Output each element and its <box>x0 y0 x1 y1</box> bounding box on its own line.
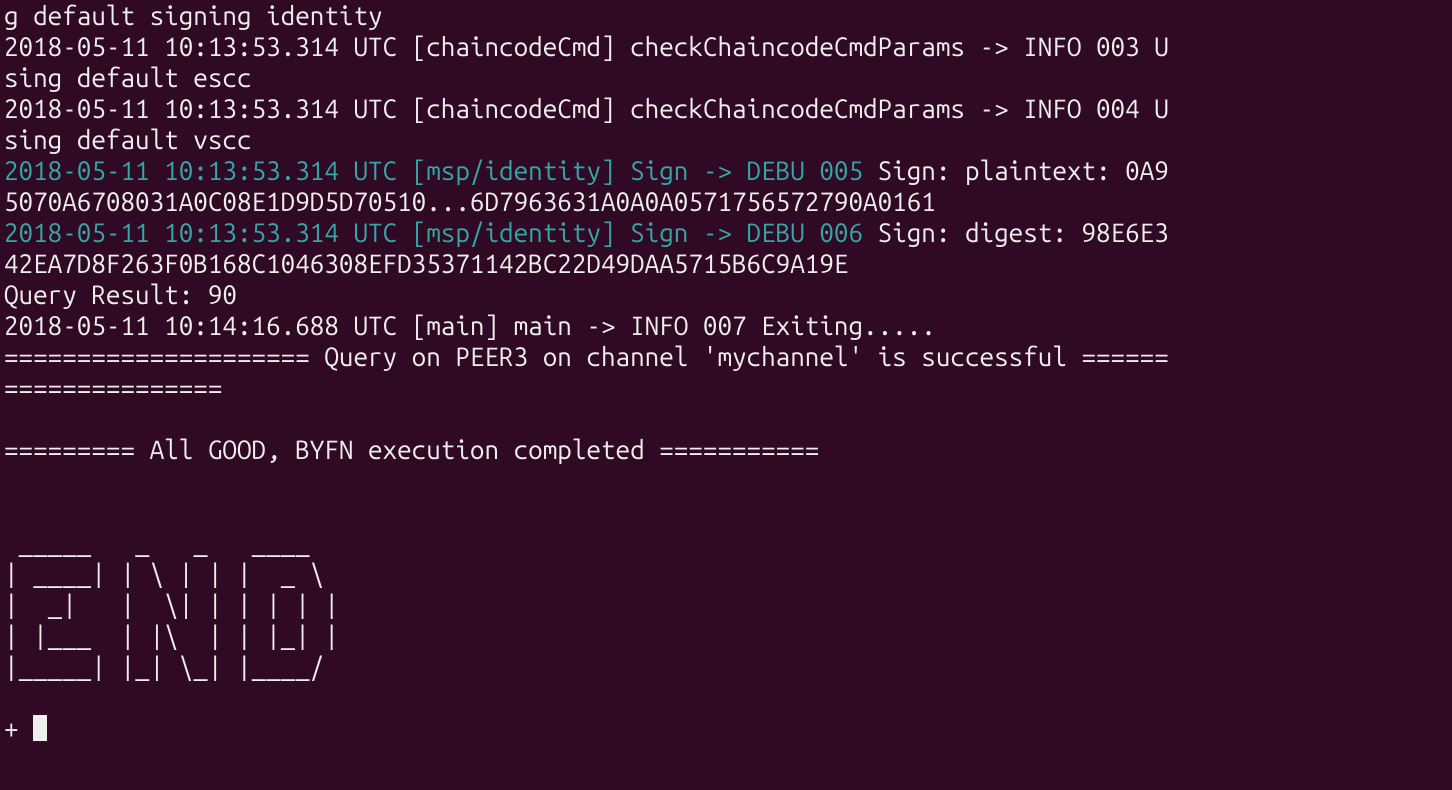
terminal-text: 5070A6708031A0C08E1D9D5D70510...6D796363… <box>4 187 950 216</box>
terminal-line: g default signing identity <box>4 0 1448 31</box>
terminal-text: | |___ | |\ | | |_| | <box>4 621 353 650</box>
terminal-line: 2018-05-11 10:13:53.314 UTC [msp/identit… <box>4 155 1448 186</box>
terminal-text: Sign: digest: 98E6E3 <box>863 218 1169 247</box>
terminal-line: _____ _ _ ____ <box>4 527 1448 558</box>
terminal-prompt: + <box>4 714 33 743</box>
terminal-text: |_____| |_| \_| |____/ <box>4 652 353 681</box>
terminal-prompt-line[interactable]: + <box>4 713 1448 744</box>
terminal-line: 5070A6708031A0C08E1D9D5D70510...6D796363… <box>4 186 1448 217</box>
terminal-line: sing default escc <box>4 62 1448 93</box>
terminal-output[interactable]: g default signing identity2018-05-11 10:… <box>0 0 1452 744</box>
terminal-text: 2018-05-11 10:13:53.314 UTC [msp/identit… <box>4 218 863 247</box>
terminal-line <box>4 682 1448 713</box>
terminal-text: 2018-05-11 10:13:53.314 UTC [msp/identit… <box>4 156 863 185</box>
terminal-line: Query Result: 90 <box>4 279 1448 310</box>
terminal-line: | _| | \| | | | | | <box>4 589 1448 620</box>
terminal-text: 2018-05-11 10:13:53.314 UTC [chaincodeCm… <box>4 94 1169 123</box>
terminal-text: =============== <box>4 373 237 402</box>
terminal-text: ===================== Query on PEER3 on … <box>4 342 1169 371</box>
terminal-text: | ____| | \ | | | _ \ <box>4 559 353 588</box>
terminal-text: _____ _ _ ____ <box>4 528 353 557</box>
terminal-text <box>4 683 19 712</box>
terminal-line: 2018-05-11 10:13:53.314 UTC [msp/identit… <box>4 217 1448 248</box>
terminal-line <box>4 465 1448 496</box>
terminal-text: sing default escc <box>4 63 252 92</box>
terminal-line: =============== <box>4 372 1448 403</box>
terminal-line: ===================== Query on PEER3 on … <box>4 341 1448 372</box>
terminal-text: Sign: plaintext: 0A9 <box>863 156 1169 185</box>
terminal-text: Query Result: 90 <box>4 280 237 309</box>
terminal-line: | |___ | |\ | | |_| | <box>4 620 1448 651</box>
terminal-text: 42EA7D8F263F0B168C1046308EFD35371142BC22… <box>4 249 863 278</box>
terminal-text <box>4 466 19 495</box>
terminal-line: | ____| | \ | | | _ \ <box>4 558 1448 589</box>
terminal-line: 2018-05-11 10:13:53.314 UTC [chaincodeCm… <box>4 31 1448 62</box>
terminal-text <box>4 497 19 526</box>
terminal-line: 42EA7D8F263F0B168C1046308EFD35371142BC22… <box>4 248 1448 279</box>
terminal-line <box>4 403 1448 434</box>
terminal-line: 2018-05-11 10:13:53.314 UTC [chaincodeCm… <box>4 93 1448 124</box>
terminal-text <box>4 404 19 433</box>
terminal-line: |_____| |_| \_| |____/ <box>4 651 1448 682</box>
terminal-line: 2018-05-11 10:14:16.688 UTC [main] main … <box>4 310 1448 341</box>
cursor <box>33 715 47 741</box>
terminal-text: g default signing identity <box>4 1 383 30</box>
terminal-text: sing default vscc <box>4 125 252 154</box>
terminal-text: | _| | \| | | | | | <box>4 590 353 619</box>
terminal-line: ========= All GOOD, BYFN execution compl… <box>4 434 1448 465</box>
terminal-text: 2018-05-11 10:13:53.314 UTC [chaincodeCm… <box>4 32 1169 61</box>
terminal-line <box>4 496 1448 527</box>
terminal-text: ========= All GOOD, BYFN execution compl… <box>4 435 834 464</box>
terminal-line: sing default vscc <box>4 124 1448 155</box>
terminal-text: 2018-05-11 10:14:16.688 UTC [main] main … <box>4 311 936 340</box>
